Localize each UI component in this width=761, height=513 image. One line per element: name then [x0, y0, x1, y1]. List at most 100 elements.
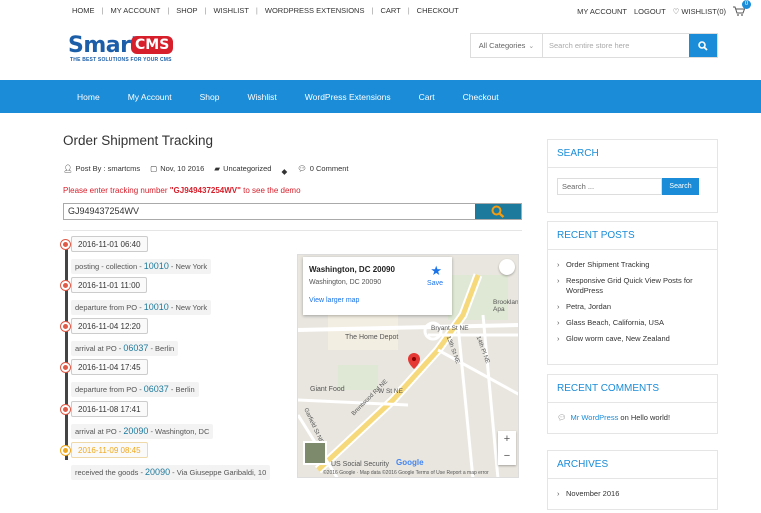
comment-post-link[interactable]: Hello world! — [631, 413, 670, 422]
top-link-cart[interactable]: CART — [380, 6, 400, 15]
archives-widget: ARCHIVES November 2016 — [547, 450, 718, 510]
notice-suffix: to see the demo — [240, 186, 301, 195]
recent-post-link[interactable]: Glass Beach, California, USA — [557, 318, 708, 328]
category-label: All Categories — [478, 41, 526, 50]
event-postcode: 10010 — [143, 261, 169, 271]
top-link-checkout[interactable]: CHECKOUT — [417, 6, 459, 15]
archives-title: ARCHIVES — [548, 451, 717, 479]
top-link-my-account[interactable]: MY ACCOUNT — [110, 6, 160, 15]
recent-post-link[interactable]: Responsive Grid Quick View Posts for Wor… — [557, 276, 708, 296]
recent-posts-title: RECENT POSTS — [548, 222, 717, 250]
cart-icon[interactable]: 0 — [733, 0, 751, 16]
map-label-us-social-security: US Social Security — [331, 461, 389, 468]
separator: | — [371, 6, 374, 15]
event-text: posting - collection - — [75, 262, 144, 271]
fullscreen-button[interactable] — [499, 259, 515, 275]
search-button[interactable] — [689, 34, 717, 57]
notice-prefix: Please enter tracking number — [63, 186, 170, 195]
timeline-description: arrival at PO - 06037 - Berlin — [71, 341, 179, 356]
timeline-dot — [61, 281, 70, 290]
site-logo[interactable]: Smart CMS THE BEST SOLUTIONS FOR YOUR CM… — [68, 33, 188, 69]
recent-post-link[interactable]: Order Shipment Tracking — [557, 260, 708, 270]
view-larger-map-link[interactable]: View larger map — [309, 297, 359, 304]
top-link-wishlist[interactable]: WISHLIST — [214, 6, 249, 15]
recent-comments-list: 💬︎ Mr WordPress on Hello world! — [548, 403, 717, 430]
sidebar-search-form: Search ... Search — [557, 178, 708, 195]
map-popup-title: Washington, DC 20090 — [309, 265, 395, 274]
star-icon[interactable]: ★ — [430, 263, 442, 279]
map-footer: ©2016 Google · Map data ©2016 Google Ter… — [323, 470, 489, 476]
recent-post-link[interactable]: Glow worm cave, New Zealand — [557, 334, 708, 344]
recent-post-link[interactable]: Petra, Jordan — [557, 302, 708, 312]
event-place: - Berlin — [148, 344, 175, 353]
comment-on-text: on — [618, 413, 631, 422]
calendar-icon: ▢ — [150, 164, 158, 173]
header-search: All Categories ⌄ Search entire store her… — [470, 33, 718, 58]
timeline-time: 2016-11-09 08:45 — [71, 442, 148, 458]
event-text: departure from PO - — [75, 303, 144, 312]
search-icon — [698, 40, 708, 51]
timeline-time: 2016-11-01 06:40 — [71, 236, 148, 252]
chevron-down-icon: ⌄ — [528, 42, 535, 50]
tracking-form: GJ949437254WV — [63, 203, 522, 220]
tracking-search-button[interactable] — [475, 204, 521, 219]
separator: | — [167, 6, 170, 15]
tracking-number-input[interactable]: GJ949437254WV — [64, 204, 475, 219]
user-icon: 👤︎ — [63, 164, 73, 173]
recent-comment: 💬︎ Mr WordPress on Hello world! — [557, 413, 708, 422]
nav-shop[interactable]: Shop — [200, 92, 220, 102]
logo-cms-text: CMS — [131, 36, 174, 54]
map-label-giant-food: Giant Food — [310, 386, 345, 393]
event-place: - New York — [168, 262, 208, 271]
timeline-description: departure from PO - 10010 - New York — [71, 300, 212, 315]
category-select[interactable]: All Categories ⌄ — [471, 34, 543, 57]
post-author: 👤︎ Post By : smartcms — [63, 164, 140, 173]
post-category-label[interactable]: Uncategorized — [223, 164, 271, 173]
wishlist-link[interactable]: ♡ WISHLIST(0) — [673, 7, 726, 16]
post-tags: ◆ — [281, 164, 287, 176]
save-place-link[interactable]: Save — [427, 280, 443, 287]
comment-author-link[interactable]: Mr WordPress — [571, 413, 619, 422]
nav-home[interactable]: Home — [77, 92, 100, 102]
event-place: - New York — [168, 303, 208, 312]
nav-my-account[interactable]: My Account — [128, 92, 172, 102]
search-input[interactable]: Search entire store here — [543, 34, 689, 57]
top-link-shop[interactable]: SHOP — [176, 6, 197, 15]
comment-icon: 💬︎ — [297, 164, 307, 173]
sidebar-search-button[interactable]: Search — [662, 178, 699, 195]
timeline-description: posting - collection - 10010 - New York — [71, 259, 212, 274]
timeline-description: departure from PO - 06037 - Berlin — [71, 382, 199, 397]
google-logo: Google — [396, 458, 424, 467]
nav-wishlist[interactable]: Wishlist — [247, 92, 276, 102]
post-comments: 💬︎ 0 Comment — [297, 164, 348, 173]
top-link-wordpress-extensions[interactable]: WORDPRESS EXTENSIONS — [265, 6, 365, 15]
sidebar-search-input[interactable]: Search ... — [557, 178, 662, 195]
notice-code: "GJ949437254WV" — [169, 186, 241, 195]
map-label-home-depot: The Home Depot — [345, 334, 399, 341]
nav-checkout[interactable]: Checkout — [463, 92, 499, 102]
divider — [63, 230, 522, 231]
event-text: arrival at PO - — [75, 427, 124, 436]
tracking-notice: Please enter tracking number "GJ94943725… — [63, 186, 301, 195]
post-comments-label[interactable]: 0 Comment — [310, 164, 349, 173]
search-widget-title: SEARCH — [548, 140, 717, 168]
timeline-dot — [61, 240, 70, 249]
timeline-dot — [61, 446, 70, 455]
satellite-toggle[interactable] — [303, 441, 327, 465]
archive-link[interactable]: November 2016 — [557, 489, 708, 499]
timeline-dot — [61, 363, 70, 372]
post-meta: 👤︎ Post By : smartcms ▢ Nov, 10 2016 ▰ U… — [63, 164, 359, 176]
timeline-time: 2016-11-01 11:00 — [71, 277, 147, 293]
top-right-links: MY ACCOUNT LOGOUT ♡ WISHLIST(0) 0 — [577, 0, 751, 16]
zoom-out-button[interactable]: − — [498, 448, 516, 465]
top-my-account-link[interactable]: MY ACCOUNT — [577, 7, 627, 16]
logo-smart-text: Smart — [68, 33, 141, 58]
nav-cart[interactable]: Cart — [419, 92, 435, 102]
post-author-label[interactable]: Post By : smartcms — [76, 164, 141, 173]
zoom-in-button[interactable]: + — [498, 431, 516, 448]
event-place: - Via Giuseppe Garibaldi, 10 — [170, 468, 267, 477]
top-link-home[interactable]: HOME — [72, 6, 95, 15]
nav-wordpress-extensions[interactable]: WordPress Extensions — [305, 92, 391, 102]
logout-link[interactable]: LOGOUT — [634, 7, 666, 16]
folder-icon: ▰ — [214, 164, 221, 173]
